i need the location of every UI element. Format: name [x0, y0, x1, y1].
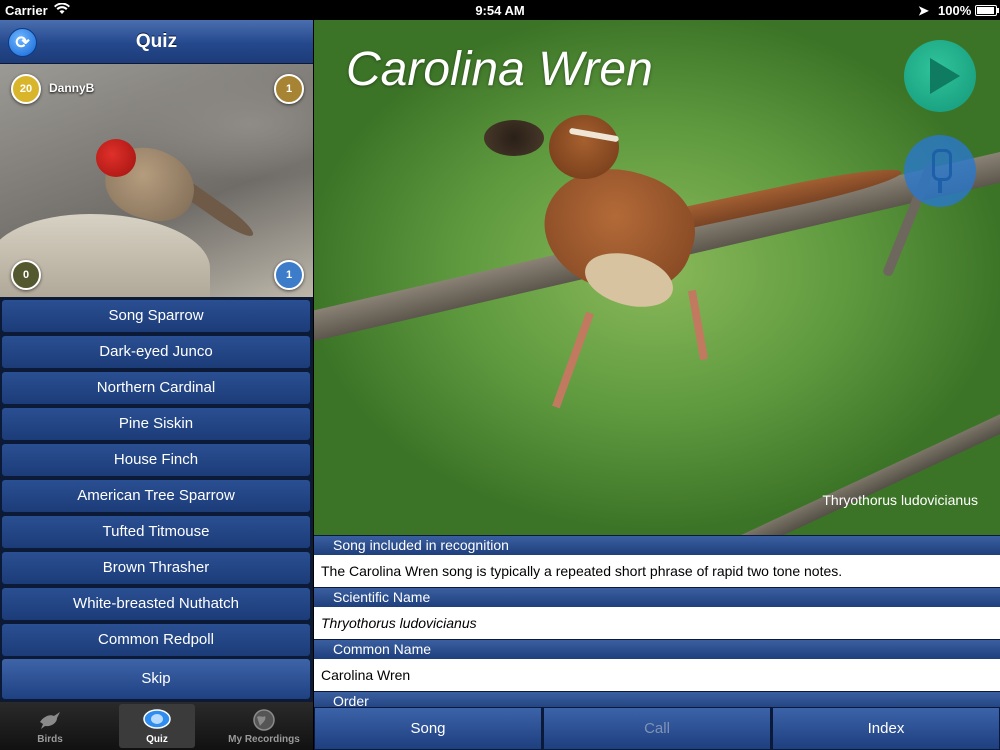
score-badge-top-right: 1 — [274, 74, 304, 104]
section-value: The Carolina Wren song is typically a re… — [314, 555, 1000, 587]
quiz-bird-photo: 20 DannyB 1 0 1 — [0, 64, 313, 297]
quiz-navbar: ⟳ Quiz — [0, 20, 313, 64]
index-button[interactable]: Index — [772, 707, 1000, 750]
bird-photo: Carolina Wren Thryothorus ludovicianus — [314, 20, 1000, 535]
section-header: Order — [314, 691, 1000, 707]
tab-quiz-label: Quiz — [146, 734, 168, 745]
location-icon: ➤ — [918, 3, 929, 18]
skip-button[interactable]: Skip — [1, 658, 311, 700]
answer-button[interactable]: White-breasted Nuthatch — [1, 587, 311, 621]
answer-list: Song Sparrow Dark-eyed Junco Northern Ca… — [0, 297, 313, 657]
answer-button[interactable]: Tufted Titmouse — [1, 515, 311, 549]
section-header: Scientific Name — [314, 587, 1000, 607]
tab-bar: Birds Quiz My Recordings — [0, 702, 313, 750]
score-badge-correct: 20 — [11, 74, 41, 104]
section-header: Song included in recognition — [314, 535, 1000, 555]
bird-icon — [12, 708, 88, 732]
answer-button[interactable]: Brown Thrasher — [1, 551, 311, 585]
call-button[interactable]: Call — [543, 707, 771, 750]
quiz-icon — [119, 708, 195, 732]
bird-name-title: Carolina Wren — [346, 43, 653, 96]
answer-button[interactable]: House Finch — [1, 443, 311, 477]
status-time: 9:54 AM — [475, 3, 525, 18]
status-bar: Carrier 9:54 AM ➤ 100% — [0, 0, 1000, 20]
answer-button[interactable]: Dark-eyed Junco — [1, 335, 311, 369]
battery-icon — [975, 5, 999, 16]
globe-icon — [222, 708, 306, 732]
play-icon[interactable] — [904, 40, 976, 112]
score-badge-bottom-left: 0 — [11, 260, 41, 290]
answer-button[interactable]: Pine Siskin — [1, 407, 311, 441]
sound-toolbar: Song Call Index — [314, 707, 1000, 750]
song-button[interactable]: Song — [314, 707, 542, 750]
tab-birds[interactable]: Birds — [12, 704, 88, 748]
scientific-name-caption: Thryothorus ludovicianus — [822, 492, 978, 508]
bird-info-list: Song included in recognition The Carolin… — [314, 535, 1000, 707]
battery-percent: 100% — [938, 3, 972, 18]
quiz-panel: ⟳ Quiz 20 DannyB 1 0 1 Song Sparrow Dark… — [0, 20, 313, 750]
tab-quiz[interactable]: Quiz — [119, 704, 195, 748]
section-value: Thryothorus ludovicianus — [314, 607, 1000, 639]
tab-recordings-label: My Recordings — [228, 734, 300, 745]
quiz-title: Quiz — [135, 31, 178, 52]
answer-button[interactable]: Northern Cardinal — [1, 371, 311, 405]
bird-detail-panel: Carolina Wren Thryothorus ludovicianus S… — [314, 20, 1000, 750]
section-value: Carolina Wren — [314, 659, 1000, 691]
tab-my-recordings[interactable]: My Recordings — [222, 704, 306, 748]
section-header: Common Name — [314, 639, 1000, 659]
score-badge-bottom-right: 1 — [274, 260, 304, 290]
answer-button[interactable]: Song Sparrow — [1, 299, 311, 333]
tab-birds-label: Birds — [37, 734, 63, 745]
answer-button[interactable]: American Tree Sparrow — [1, 479, 311, 513]
answer-button[interactable]: Common Redpoll — [1, 623, 311, 657]
username-label: DannyB — [49, 81, 95, 95]
microphone-icon[interactable] — [904, 135, 976, 207]
